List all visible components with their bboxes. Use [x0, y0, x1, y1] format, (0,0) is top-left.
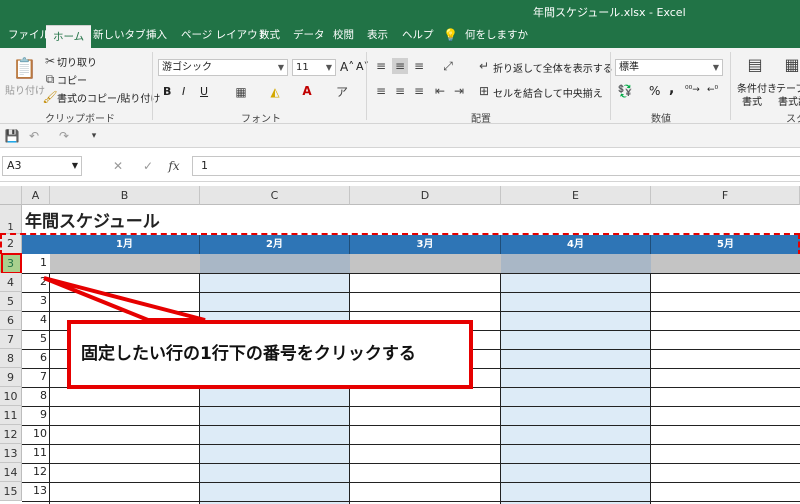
- callout-arrow: [43, 276, 206, 322]
- arrow-pointer: [43, 276, 206, 322]
- instruction-callout: 固定したい行の1行下の番号をクリックする: [67, 320, 473, 389]
